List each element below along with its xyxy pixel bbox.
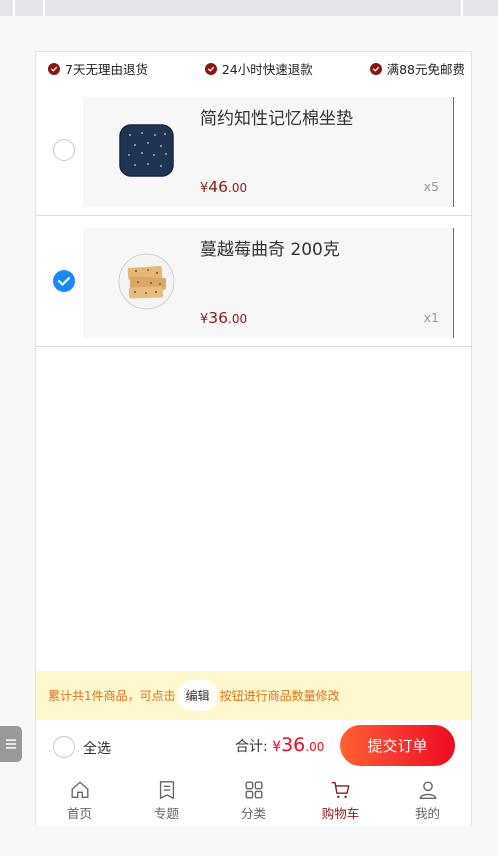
select-all-label[interactable]: 全选 (83, 738, 111, 758)
browser-top-strip (0, 0, 498, 16)
cart-page: 7天无理由退货 24小时快速退款 满88元免邮费 简约知性记忆棉坐垫 ¥46.0… (35, 51, 472, 826)
promise-item: 满88元免邮费 (369, 59, 465, 78)
total-label: 合计: (235, 739, 268, 755)
tab-label: 我的 (414, 806, 440, 821)
product-price: ¥36.00 (200, 309, 248, 327)
select-all-checkbox[interactable] (53, 736, 75, 758)
product-quantity: x5 (423, 179, 439, 194)
tab-mine[interactable]: 我的 (384, 772, 471, 826)
tab-label: 首页 (66, 806, 92, 821)
checkmark-icon (57, 276, 71, 286)
submit-bar: 全选 合计: ¥36.00 提交订单 (36, 720, 471, 772)
item-checkbox-checked[interactable] (53, 270, 75, 292)
check-icon (204, 62, 217, 75)
cart-item: 简约知性记忆棉坐垫 ¥46.00 x5 (36, 85, 471, 216)
item-checkbox[interactable] (53, 139, 75, 161)
menu-icon (5, 739, 17, 749)
product-name: 简约知性记忆棉坐垫 (200, 109, 353, 129)
topic-icon (159, 781, 174, 799)
product-price: ¥46.00 (200, 178, 248, 196)
promise-item: 24小时快速退款 (204, 59, 313, 78)
tab-topic[interactable]: 专题 (123, 772, 210, 826)
tab-home[interactable]: 首页 (36, 772, 123, 826)
check-icon (48, 62, 60, 75)
cart-item: 蔓越莓曲奇 200克 ¥36.00 x1 (36, 216, 471, 347)
total-amount: ¥36.00 (272, 734, 325, 756)
check-icon (369, 62, 382, 75)
product-card[interactable]: 蔓越莓曲奇 200克 ¥36.00 x1 (83, 228, 454, 338)
promise-text: 24小时快速退款 (221, 62, 313, 77)
order-total: 合计: ¥36.00 (235, 734, 324, 756)
notice-text-after: 按钮进行商品数量修改 (219, 689, 340, 703)
cookies-image (118, 253, 175, 310)
home-icon (71, 781, 88, 799)
tab-category[interactable]: 分类 (210, 772, 297, 826)
promise-text: 7天无理由退货 (65, 62, 148, 77)
notice-text-before: 累计共1件商品，可点击 (48, 689, 176, 703)
category-icon (245, 781, 262, 799)
promise-item: 7天无理由退货 (48, 59, 148, 78)
tab-label: 专题 (153, 806, 179, 821)
side-menu-toggle[interactable] (0, 726, 22, 762)
edit-tip-notice: 累计共1件商品，可点击 编辑 按钮进行商品数量修改 (36, 671, 471, 720)
user-icon (419, 781, 436, 799)
submit-order-button[interactable]: 提交订单 (340, 725, 455, 766)
edit-button[interactable]: 编辑 (177, 680, 218, 711)
tab-label: 分类 (240, 806, 266, 821)
tab-cart[interactable]: 购物车 (297, 772, 384, 826)
cushion-image (118, 122, 175, 179)
product-quantity: x1 (423, 310, 439, 325)
product-name: 蔓越莓曲奇 200克 (200, 240, 340, 260)
tab-label: 购物车 (321, 806, 360, 821)
service-promise-bar: 7天无理由退货 24小时快速退款 满88元免邮费 (36, 52, 471, 85)
product-card[interactable]: 简约知性记忆棉坐垫 ¥46.00 x5 (83, 97, 454, 207)
bottom-tabbar: 首页 专题 分类 购物车 我的 (36, 772, 471, 826)
promise-text: 满88元免邮费 (386, 62, 465, 77)
cart-icon (331, 781, 349, 799)
